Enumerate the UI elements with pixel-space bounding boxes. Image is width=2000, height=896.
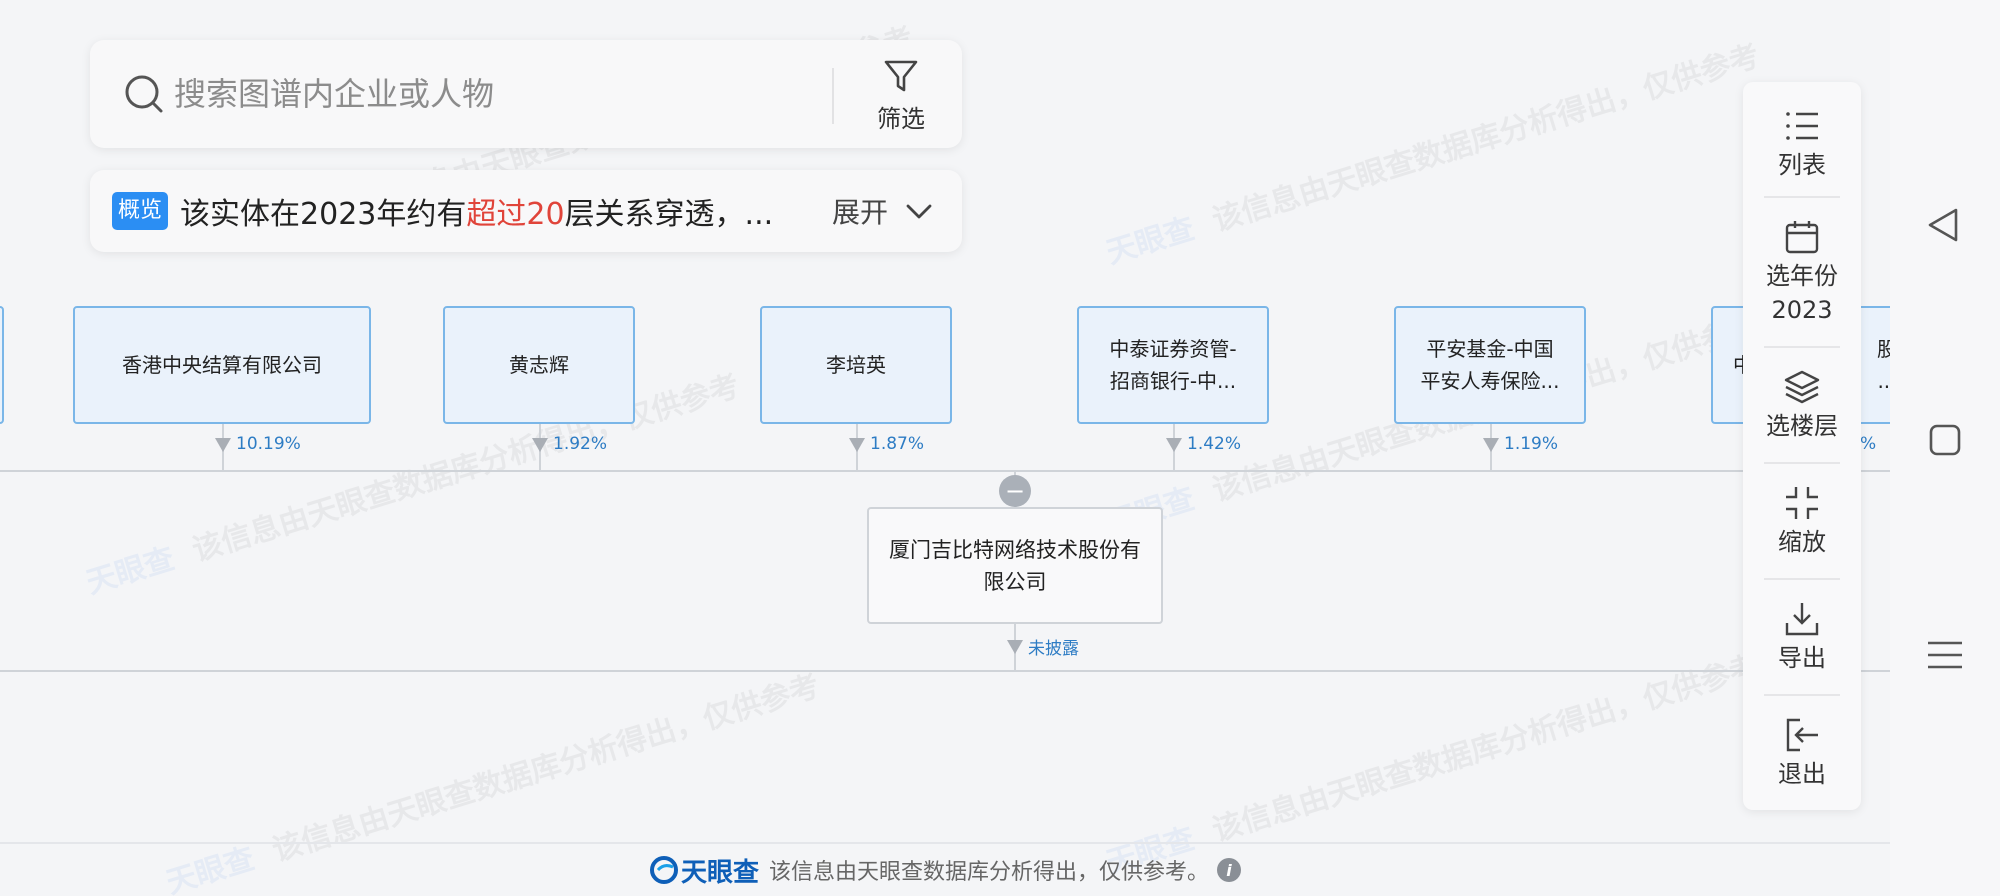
holding-percent: 1.42%	[1187, 434, 1242, 454]
chevron-down-icon	[906, 204, 932, 219]
search-input[interactable]	[174, 66, 794, 122]
back-icon[interactable]	[1920, 200, 1970, 250]
shareholder-node[interactable]: 平安基金-中国 平安人寿保险...	[1394, 306, 1586, 424]
expand-label: 展开	[831, 196, 888, 229]
menu-icon[interactable]	[1920, 630, 1970, 680]
selected-year: 2023	[1771, 296, 1833, 324]
shareholder-node[interactable]: 李培英	[760, 306, 952, 424]
arrow-icon	[532, 438, 548, 452]
list-icon	[1786, 112, 1818, 140]
arrow-icon	[1007, 640, 1023, 654]
exit-icon	[1786, 718, 1818, 752]
arrow-icon	[849, 438, 865, 452]
list-label: 列表	[1778, 151, 1826, 179]
target-company-node[interactable]: 厦门吉比特网络技术股份有 限公司	[867, 507, 1163, 624]
select-layer-label: 选楼层	[1766, 412, 1838, 440]
holding-percent: 1.19%	[1504, 434, 1559, 454]
shareholder-node[interactable]: 香港中央结算有限公司	[73, 306, 371, 424]
zoom-button[interactable]: 缩放	[1743, 464, 1861, 578]
shareholder-node[interactable]: 黄志辉	[443, 306, 635, 424]
equity-graph-canvas[interactable]: 该信息由天眼查数据库分析得出，仅供参考 天眼查 该信息由天眼查数据库分析得出，仅…	[0, 0, 1890, 896]
list-button[interactable]: 列表	[1743, 82, 1861, 196]
shareholder-node[interactable]: 中泰证券资管- 招商银行-中...	[1077, 306, 1269, 424]
export-button[interactable]: 导出	[1743, 580, 1861, 694]
export-label: 导出	[1778, 644, 1826, 672]
connector-line	[0, 670, 1890, 672]
footer-disclaimer: 该信息由天眼查数据库分析得出，仅供参考。	[769, 860, 1210, 885]
select-year-label: 选年份	[1766, 262, 1838, 290]
shareholder-node-partial[interactable]	[0, 306, 4, 424]
filter-icon	[884, 60, 918, 91]
calendar-icon	[1785, 221, 1819, 254]
arrow-icon	[1166, 438, 1182, 452]
exit-label: 退出	[1778, 760, 1826, 788]
tianyancha-logo-icon	[649, 856, 678, 884]
footer: 天眼查 该信息由天眼查数据库分析得出，仅供参考。 i	[0, 848, 1890, 892]
watermark: 天眼查 该信息由天眼查数据库分析得出，仅供参考	[1102, 648, 1764, 882]
arrow-icon	[1483, 438, 1499, 452]
watermark: 天眼查 该信息由天眼查数据库分析得出，仅供参考	[1102, 38, 1764, 272]
shrink-icon	[1786, 487, 1818, 519]
graph-toolbar: 列表 选年份 2023 选楼层 缩放 导出 退出	[1743, 82, 1861, 810]
overview-badge: 概览	[112, 192, 169, 230]
footer-divider	[0, 842, 1890, 844]
search-box: 筛选	[90, 40, 962, 148]
search-divider	[832, 68, 834, 124]
holding-percent: 10.19%	[236, 434, 301, 454]
select-layer-button[interactable]: 选楼层	[1743, 348, 1861, 462]
investment-status: 未披露	[1028, 639, 1079, 659]
home-icon[interactable]	[1920, 415, 1970, 465]
exit-button[interactable]: 退出	[1743, 696, 1861, 810]
collapse-toggle-button[interactable]: −	[999, 475, 1031, 507]
filter-button[interactable]: 筛选	[840, 50, 962, 140]
overview-highlight: 超过20	[466, 197, 565, 232]
expand-button[interactable]: 展开	[832, 170, 934, 252]
search-icon	[125, 75, 163, 113]
arrow-icon	[215, 438, 231, 452]
connector-line	[0, 470, 1890, 472]
overview-text: 该实体在2023年约有超过20层关系穿透，...	[180, 197, 774, 232]
holding-percent: %	[1860, 434, 1877, 454]
brand-logo: 天眼查	[649, 852, 759, 889]
holding-percent: 1.87%	[870, 434, 925, 454]
download-icon	[1785, 603, 1819, 636]
select-year-button[interactable]: 选年份 2023	[1743, 198, 1861, 346]
zoom-label: 缩放	[1778, 528, 1826, 556]
filter-label: 筛选	[877, 104, 925, 133]
holding-percent: 1.92%	[553, 434, 608, 454]
layers-icon	[1784, 370, 1820, 404]
overview-bar: 概览 该实体在2023年约有超过20层关系穿透，... 展开	[90, 170, 962, 252]
info-icon[interactable]: i	[1217, 858, 1242, 882]
system-navigation-bar	[1890, 0, 2000, 896]
